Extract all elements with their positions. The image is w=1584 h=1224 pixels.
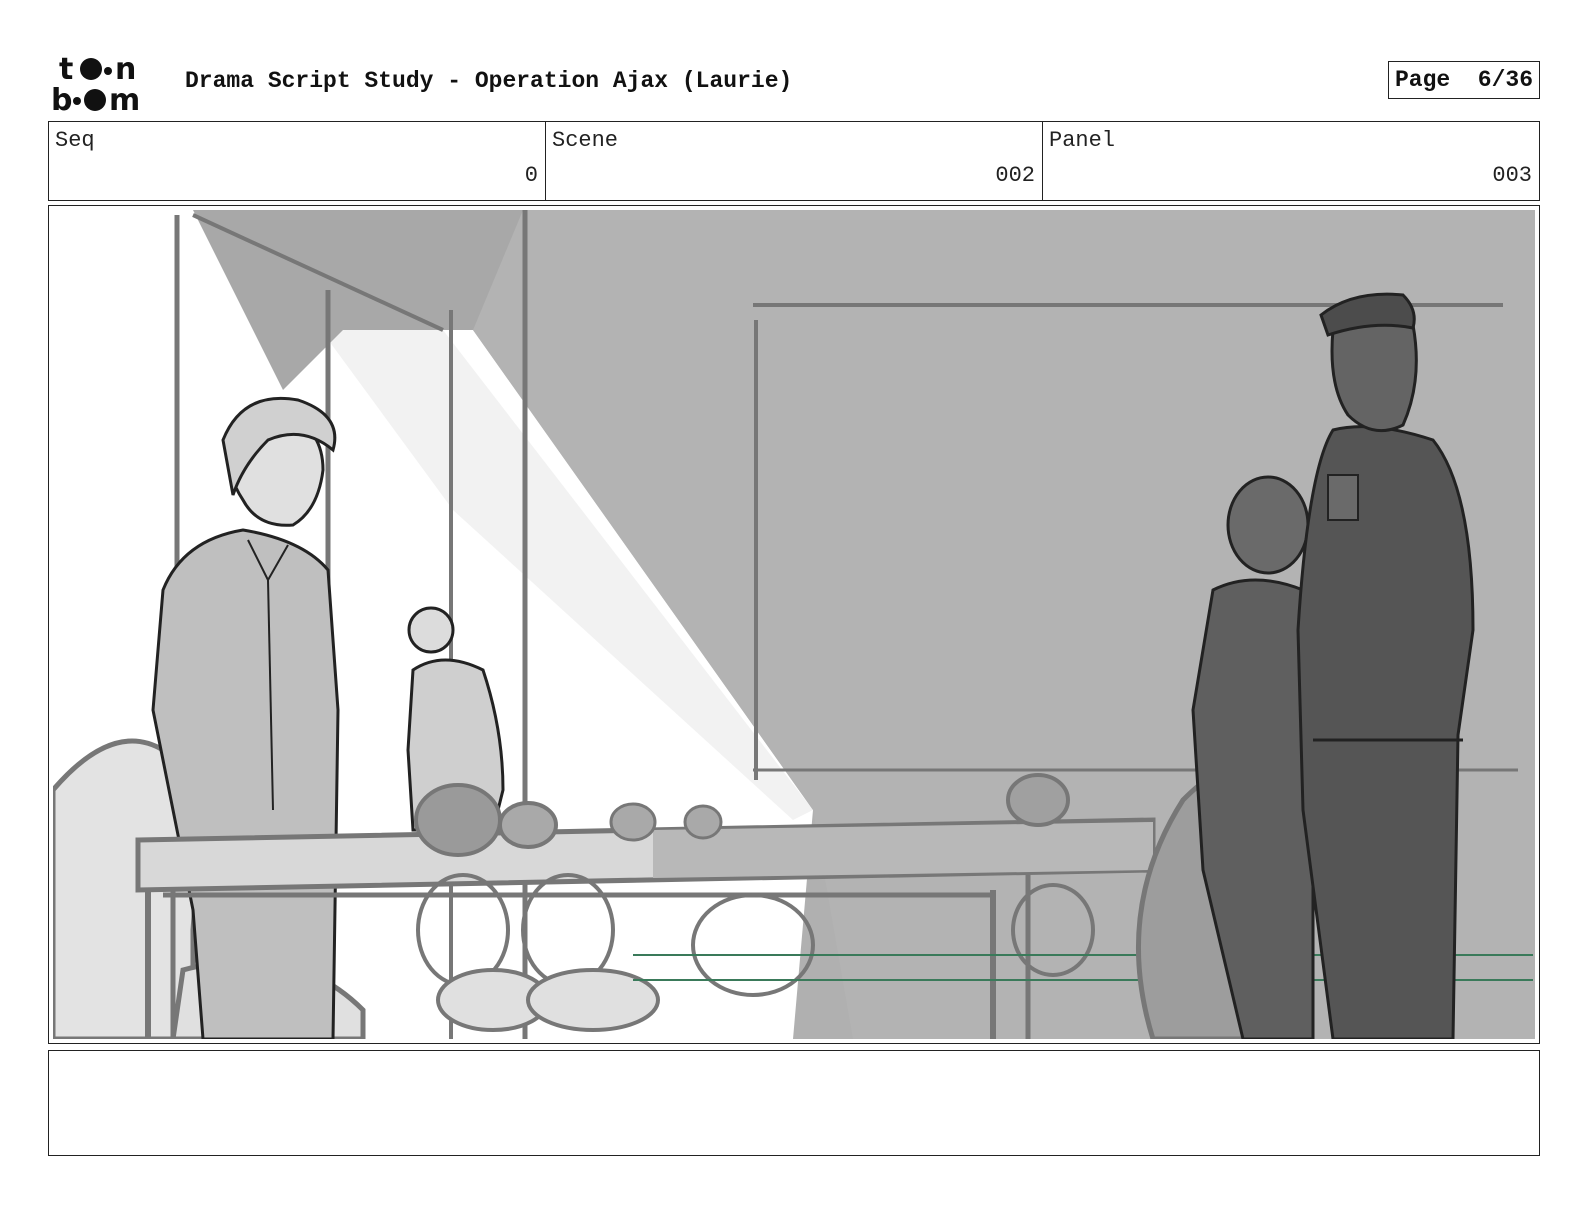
scene-cell: Scene 002 (546, 122, 1043, 200)
seq-value: 0 (524, 163, 538, 188)
notes-box (48, 1050, 1540, 1156)
svg-text:b: b (51, 83, 72, 112)
document-title: Drama Script Study - Operation Ajax (Lau… (185, 68, 793, 94)
scene-label: Scene (552, 128, 619, 153)
panel-label: Panel (1049, 128, 1116, 153)
toon-boom-logo: t n b m (51, 52, 163, 118)
storyboard-sketch (53, 210, 1535, 1039)
svg-text:m: m (109, 83, 140, 112)
svg-text:n: n (115, 52, 136, 87)
storyboard-panel (48, 205, 1540, 1044)
page-number: 6/36 (1477, 67, 1533, 93)
shot-info-row: Seq 0 Scene 002 Panel 003 (48, 121, 1540, 201)
seq-label: Seq (55, 128, 95, 153)
page-header: t n b m Drama Script Study - Operation A… (48, 48, 1540, 118)
scene-value: 002 (995, 163, 1035, 188)
panel-value: 003 (1492, 163, 1532, 188)
page-label: Page (1395, 67, 1451, 93)
page-indicator: Page 6/36 (1388, 61, 1540, 99)
svg-text:t: t (59, 52, 73, 87)
panel-cell: Panel 003 (1043, 122, 1539, 200)
seq-cell: Seq 0 (49, 122, 546, 200)
